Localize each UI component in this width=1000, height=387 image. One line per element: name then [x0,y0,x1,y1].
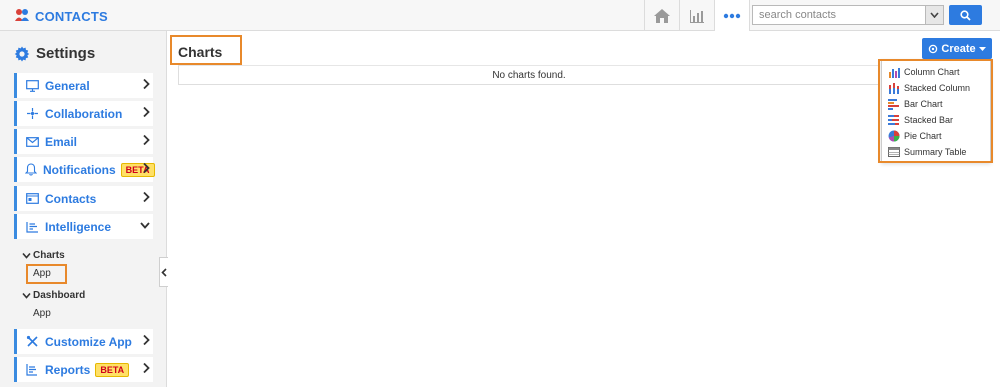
highlight-outline [26,264,67,284]
contacts-logo-icon [14,7,30,26]
brand-name: CONTACTS [35,9,108,24]
settings-title: Settings [36,45,96,62]
sidebar-item-intelligence[interactable]: Intelligence [14,214,153,239]
chevron-right-icon [142,134,150,149]
sidebar-item-label: Contacts [45,191,97,206]
monitor-icon [25,79,39,93]
top-bar: CONTACTS [0,0,1000,31]
bell-icon [25,163,37,177]
sidebar-item-label: Reports [45,362,91,377]
sidebar-item-label: Customize App [45,334,132,349]
chevron-down-icon [22,252,31,259]
chevron-right-icon [142,334,150,349]
highlight-outline [878,59,993,163]
envelope-icon [25,135,39,149]
sidebar-item-label: Email [45,134,78,149]
tools-icon [25,335,39,349]
search-icon [960,9,971,21]
list-icon [25,220,39,234]
charts-table: No charts found. [178,65,880,85]
chevron-right-icon [142,362,150,377]
sidebar-item-label: Collaboration [45,106,123,121]
bar-chart-nav-icon [690,9,704,23]
chevron-left-icon [161,267,167,277]
caret-down-icon [978,46,986,51]
subsection-charts[interactable]: Charts [22,250,65,261]
report-icon [25,363,39,377]
collapse-sidebar-button[interactable] [159,257,168,287]
more-dots-icon [723,13,741,18]
sidebar-item-label: General [45,78,90,93]
chevron-right-icon [142,162,150,177]
sidebar-item-label: Intelligence [45,219,112,234]
create-label: Create [941,42,976,55]
reports-nav-button[interactable] [680,0,714,31]
settings-heading: Settings [14,45,95,62]
home-button[interactable] [645,0,679,31]
nav-divider [749,0,750,31]
gear-icon [14,46,30,61]
search-dropdown-toggle[interactable] [925,6,943,24]
chevron-right-icon [142,78,150,93]
chevron-down-icon [930,12,939,18]
chevron-down-icon [140,219,150,234]
highlight-outline [170,35,242,65]
sidebar-item-collaboration[interactable]: Collaboration [14,101,153,126]
chevron-right-icon [142,106,150,121]
contact-card-icon [25,192,39,206]
more-menu-button[interactable] [715,0,749,31]
chevron-right-icon [142,191,150,206]
brand[interactable]: CONTACTS [14,7,108,26]
sidebar-item-label: Notifications [43,162,116,177]
subsection-dashboard[interactable]: Dashboard [22,290,85,301]
beta-badge: BETA [95,362,130,377]
sidebar-item-email[interactable]: Email [14,129,153,154]
dashboard-app-link[interactable]: App [33,308,51,319]
subsection-heading: Dashboard [33,290,86,301]
sidebar-item-reports[interactable]: Reports BETA [14,357,153,382]
sidebar-item-customize-app[interactable]: Customize App [14,329,153,354]
search-button[interactable] [949,5,982,25]
sidebar-item-notifications[interactable]: Notifications BETA [14,157,155,182]
network-icon [25,107,39,121]
sidebar-item-general[interactable]: General [14,73,153,98]
gear-icon [929,44,938,53]
create-button[interactable]: Create [922,38,992,59]
search-box [752,5,944,25]
sidebar-item-contacts[interactable]: Contacts [14,186,153,211]
subsection-heading: Charts [33,250,65,261]
empty-message: No charts found. [492,69,566,81]
chevron-down-icon [22,292,31,299]
search-input[interactable] [753,6,925,24]
home-icon [654,8,670,23]
